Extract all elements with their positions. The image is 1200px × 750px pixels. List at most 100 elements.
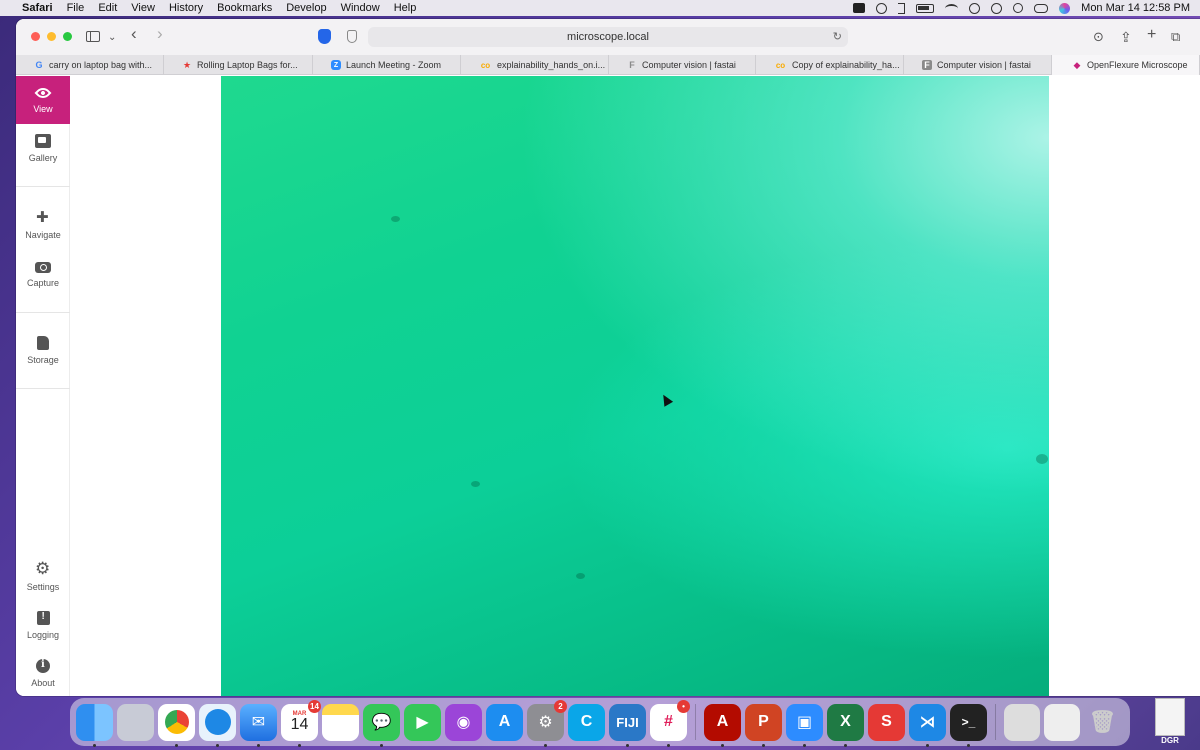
downloads-icon[interactable]: ⊙ xyxy=(1093,29,1104,45)
control-center-icon[interactable] xyxy=(1034,3,1049,13)
fastai-icon: F xyxy=(629,60,635,70)
mouse-cursor-icon xyxy=(658,392,674,407)
app-sidebar: View Gallery Navigate Capture Storage Se… xyxy=(16,76,70,696)
spotlight-search-icon[interactable] xyxy=(1013,3,1024,13)
sidebar-item-storage[interactable]: Storage xyxy=(16,326,70,374)
sidebar-item-logging[interactable]: Logging xyxy=(16,601,70,649)
sidebar-item-navigate[interactable]: Navigate xyxy=(16,201,70,249)
desktop-file[interactable]: DGR xyxy=(1152,698,1188,748)
podcasts-icon[interactable]: ◉ xyxy=(445,703,482,741)
sd-card-icon xyxy=(37,335,49,350)
privacy-report-icon[interactable] xyxy=(347,30,357,43)
tab-1[interactable]: ★ Rolling Laptop Bags for... xyxy=(164,55,313,75)
menu-file[interactable]: File xyxy=(67,2,85,14)
privacy-shield-icon[interactable] xyxy=(318,29,331,44)
specimen-speck xyxy=(391,216,400,222)
sidebar-item-settings[interactable]: Settings xyxy=(16,553,70,601)
zoom-app-icon[interactable]: ▣ xyxy=(786,703,823,747)
tab-6[interactable]: F Computer vision | fastai xyxy=(904,55,1052,75)
codeapp-icon[interactable]: C xyxy=(568,703,605,741)
sidebar-item-view[interactable]: View xyxy=(16,76,70,124)
launchpad-icon[interactable] xyxy=(117,703,154,741)
chevron-down-icon[interactable]: ⌄ xyxy=(108,30,116,46)
sidebar-item-gallery[interactable]: Gallery xyxy=(16,124,70,172)
reload-icon[interactable]: ↻ xyxy=(833,30,842,43)
excel-icon[interactable]: X xyxy=(827,703,864,747)
finder-icon[interactable] xyxy=(76,703,113,747)
sidebar-item-about[interactable]: About xyxy=(16,649,70,696)
tab-2[interactable]: Z Launch Meeting - Zoom xyxy=(313,55,461,75)
minimize-window-button[interactable] xyxy=(47,32,56,41)
recent-document-thumbnail[interactable] xyxy=(1044,703,1080,741)
forward-button[interactable]: › xyxy=(157,25,163,42)
menu-window[interactable]: Window xyxy=(341,2,380,14)
wifi-icon[interactable] xyxy=(945,3,959,13)
sidebar-item-capture[interactable]: Capture xyxy=(16,249,70,297)
notes-icon[interactable] xyxy=(322,703,359,741)
window-controls xyxy=(31,32,72,41)
tab-4[interactable]: F Computer vision | fastai xyxy=(609,55,756,75)
tab-7-active[interactable]: ◆ OpenFlexure Microscope xyxy=(1052,55,1200,75)
star-icon: ★ xyxy=(182,59,192,70)
slack-icon[interactable]: # • xyxy=(650,699,690,747)
desktop-file-label: DGR xyxy=(1161,736,1179,745)
screen-record-icon[interactable] xyxy=(853,3,866,13)
tab-bar: G carry on laptop bag with... ★ Rolling … xyxy=(16,55,1200,75)
sidebar-item-label: Settings xyxy=(26,581,60,592)
sidebar-divider xyxy=(16,312,70,313)
slack-badge: • xyxy=(677,699,690,713)
sidebar-item-label: View xyxy=(33,103,53,114)
app-store-icon[interactable]: A xyxy=(486,703,523,741)
sketchup-icon[interactable]: S xyxy=(868,703,905,741)
bluetooth-icon[interactable] xyxy=(898,2,906,14)
back-button[interactable]: ‹ xyxy=(131,25,137,42)
menu-edit[interactable]: Edit xyxy=(98,2,117,14)
messages-icon[interactable]: 💬 xyxy=(363,703,400,747)
acrobat-icon[interactable]: A xyxy=(704,703,741,747)
tab-overview-icon[interactable]: ⧉ xyxy=(1171,29,1180,45)
siri-icon[interactable] xyxy=(1059,2,1071,14)
menu-bookmarks[interactable]: Bookmarks xyxy=(217,2,272,14)
terminal-icon[interactable]: >_ xyxy=(950,703,987,747)
calendar-icon[interactable]: MAR 14 14 xyxy=(281,699,321,747)
sidebar-item-label: Capture xyxy=(26,277,60,288)
menu-view[interactable]: View xyxy=(131,2,155,14)
menu-history[interactable]: History xyxy=(169,2,203,14)
status-icon[interactable] xyxy=(876,2,888,14)
calendar-day: 14 xyxy=(290,716,309,733)
system-preferences-icon[interactable]: ⚙ 2 xyxy=(527,699,567,747)
menu-develop[interactable]: Develop xyxy=(286,2,326,14)
trash-icon[interactable]: 🗑 xyxy=(1084,704,1121,741)
powerpoint-icon[interactable]: P xyxy=(745,703,782,747)
facetime-icon[interactable]: ▶ xyxy=(404,703,441,741)
menu-help[interactable]: Help xyxy=(394,2,417,14)
dock-divider xyxy=(695,704,696,740)
camera-stream[interactable] xyxy=(221,76,1049,696)
sidebar-toggle-icon[interactable] xyxy=(86,31,100,42)
close-window-button[interactable] xyxy=(31,32,40,41)
fiji-icon[interactable]: FIJI xyxy=(609,703,646,747)
menu-safari[interactable]: Safari xyxy=(22,2,53,14)
tab-5[interactable]: co Copy of explainability_ha... xyxy=(756,55,904,75)
camera-icon xyxy=(35,261,51,273)
time-machine-icon[interactable] xyxy=(991,2,1003,14)
clipboard-alert-icon xyxy=(36,610,50,625)
sidebar-divider xyxy=(16,388,70,389)
user-icon[interactable] xyxy=(969,2,981,14)
vscode-icon[interactable]: ⋊ xyxy=(909,703,946,747)
battery-icon[interactable] xyxy=(916,3,935,13)
share-icon[interactable]: ⇪ xyxy=(1120,29,1132,45)
calendar-badge: 14 xyxy=(308,699,321,713)
zoom-window-button[interactable] xyxy=(63,32,72,41)
mail-icon[interactable]: ✉ xyxy=(240,703,277,747)
tab-0[interactable]: G carry on laptop bag with... xyxy=(16,55,164,75)
menubar-clock[interactable]: Mon Mar 14 12:58 PM xyxy=(1081,2,1190,14)
chrome-icon[interactable] xyxy=(158,703,195,747)
recent-window-thumbnail[interactable] xyxy=(1004,703,1040,741)
safari-icon[interactable] xyxy=(199,703,236,747)
address-bar[interactable]: microscope.local ↻ xyxy=(368,27,848,47)
tab-3[interactable]: co explainability_hands_on.i... xyxy=(461,55,609,75)
info-icon xyxy=(36,658,50,673)
colab-icon: co xyxy=(480,60,491,70)
new-tab-button[interactable]: + xyxy=(1147,27,1156,43)
